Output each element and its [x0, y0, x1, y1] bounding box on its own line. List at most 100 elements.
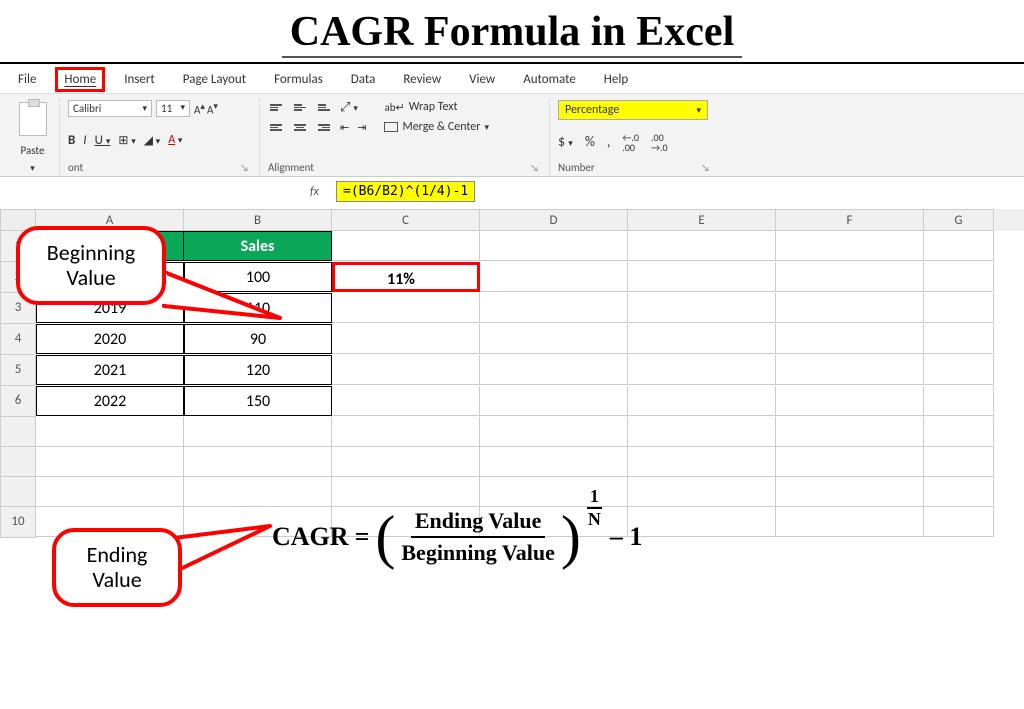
cell-d7[interactable]	[480, 417, 628, 447]
align-top-button[interactable]	[268, 102, 284, 113]
cell-b1[interactable]: Sales	[184, 231, 332, 261]
align-middle-button[interactable]	[292, 102, 308, 113]
comma-format-button[interactable]: ,	[607, 133, 611, 153]
tab-home[interactable]: Home	[55, 67, 105, 92]
tab-insert[interactable]: Insert	[124, 72, 155, 87]
cell-d5[interactable]	[480, 355, 628, 385]
align-right-button[interactable]	[316, 122, 332, 133]
alignment-launcher-icon[interactable]: ↘	[528, 161, 541, 174]
col-header-b[interactable]: B	[184, 209, 332, 231]
cell-c1[interactable]	[332, 231, 480, 261]
cell-c2[interactable]: 11%	[332, 262, 480, 292]
paste-icon[interactable]	[19, 102, 47, 136]
align-center-button[interactable]	[292, 122, 308, 133]
row-header-8[interactable]	[0, 447, 36, 477]
cell-c7[interactable]	[332, 417, 480, 447]
cell-d3[interactable]	[480, 293, 628, 323]
bold-button[interactable]: B	[68, 133, 75, 148]
align-left-button[interactable]	[268, 122, 284, 133]
row-header-6[interactable]: 6	[0, 386, 36, 417]
cell-d6[interactable]	[480, 386, 628, 416]
cell-b8[interactable]	[184, 447, 332, 477]
cell-c4[interactable]	[332, 324, 480, 354]
cell-f2[interactable]	[776, 262, 924, 292]
cell-g10[interactable]	[924, 507, 994, 537]
cell-e4[interactable]	[628, 324, 776, 354]
percent-format-button[interactable]: %	[585, 133, 595, 153]
fx-icon[interactable]: fx	[310, 185, 319, 199]
font-size-select[interactable]: 11▾	[156, 100, 190, 117]
cell-e5[interactable]	[628, 355, 776, 385]
paste-dropdown-icon[interactable]: ▾	[30, 163, 35, 174]
decrease-indent-button[interactable]: ⇤	[340, 121, 349, 134]
accounting-format-button[interactable]: $ ▾	[558, 133, 573, 153]
tab-review[interactable]: Review	[403, 72, 441, 87]
tab-formulas[interactable]: Formulas	[274, 72, 323, 87]
align-bottom-button[interactable]	[316, 102, 332, 113]
font-name-select[interactable]: Calibri▾	[68, 100, 152, 117]
cell-e6[interactable]	[628, 386, 776, 416]
cell-c5[interactable]	[332, 355, 480, 385]
tab-data[interactable]: Data	[351, 72, 376, 87]
cell-f6[interactable]	[776, 386, 924, 416]
cell-g9[interactable]	[924, 477, 994, 507]
number-format-select[interactable]: Percentage▾	[558, 100, 708, 120]
wrap-text-button[interactable]: ab↵Wrap Text	[384, 100, 489, 114]
cell-d2[interactable]	[480, 262, 628, 292]
merge-center-button[interactable]: Merge & Center ▾	[384, 120, 489, 134]
cell-e10[interactable]	[628, 507, 776, 537]
tab-file[interactable]: File	[18, 72, 36, 87]
font-launcher-icon[interactable]: ↘	[238, 161, 251, 174]
cell-g3[interactable]	[924, 293, 994, 323]
cell-b6[interactable]: 150	[184, 386, 332, 416]
cell-c9[interactable]	[332, 477, 480, 507]
cell-g8[interactable]	[924, 447, 994, 477]
col-header-e[interactable]: E	[628, 209, 776, 231]
cell-a7[interactable]	[36, 417, 184, 447]
number-launcher-icon[interactable]: ↘	[699, 161, 712, 174]
orientation-button[interactable]: ⤢ ▾	[340, 100, 358, 115]
paste-button[interactable]: Paste	[21, 144, 45, 157]
grow-font-button[interactable]: A▴	[194, 101, 205, 117]
row-header-7[interactable]	[0, 417, 36, 447]
cell-d4[interactable]	[480, 324, 628, 354]
shrink-font-button[interactable]: A▾	[207, 101, 218, 117]
cell-c8[interactable]	[332, 447, 480, 477]
increase-decimal-button[interactable]: ←.0.00	[622, 133, 639, 153]
tab-automate[interactable]: Automate	[523, 72, 576, 87]
cell-d1[interactable]	[480, 231, 628, 261]
tab-help[interactable]: Help	[604, 72, 628, 87]
cell-e3[interactable]	[628, 293, 776, 323]
cell-b7[interactable]	[184, 417, 332, 447]
cell-e1[interactable]	[628, 231, 776, 261]
col-header-g[interactable]: G	[924, 209, 994, 231]
decrease-decimal-button[interactable]: .00→.0	[651, 133, 668, 153]
cell-d8[interactable]	[480, 447, 628, 477]
cell-a9[interactable]	[36, 477, 184, 507]
cell-g5[interactable]	[924, 355, 994, 385]
cell-g4[interactable]	[924, 324, 994, 354]
tab-view[interactable]: View	[469, 72, 495, 87]
cell-c3[interactable]	[332, 293, 480, 323]
cell-c6[interactable]	[332, 386, 480, 416]
cell-g1[interactable]	[924, 231, 994, 261]
cell-a6[interactable]: 2022	[36, 386, 184, 416]
cell-g6[interactable]	[924, 386, 994, 416]
row-header-5[interactable]: 5	[0, 355, 36, 386]
cell-d9[interactable]	[480, 477, 628, 507]
underline-button[interactable]: U ▾	[95, 133, 111, 148]
cell-b9[interactable]	[184, 477, 332, 507]
cell-g7[interactable]	[924, 417, 994, 447]
cell-f4[interactable]	[776, 324, 924, 354]
cell-e9[interactable]	[628, 477, 776, 507]
cell-e7[interactable]	[628, 417, 776, 447]
cell-a8[interactable]	[36, 447, 184, 477]
borders-button[interactable]: ⊞ ▾	[118, 133, 135, 148]
font-color-button[interactable]: A ▾	[168, 133, 182, 147]
cell-f7[interactable]	[776, 417, 924, 447]
cell-f5[interactable]	[776, 355, 924, 385]
tab-page-layout[interactable]: Page Layout	[183, 72, 246, 87]
cell-a5[interactable]: 2021	[36, 355, 184, 385]
cell-b5[interactable]: 120	[184, 355, 332, 385]
cell-f9[interactable]	[776, 477, 924, 507]
